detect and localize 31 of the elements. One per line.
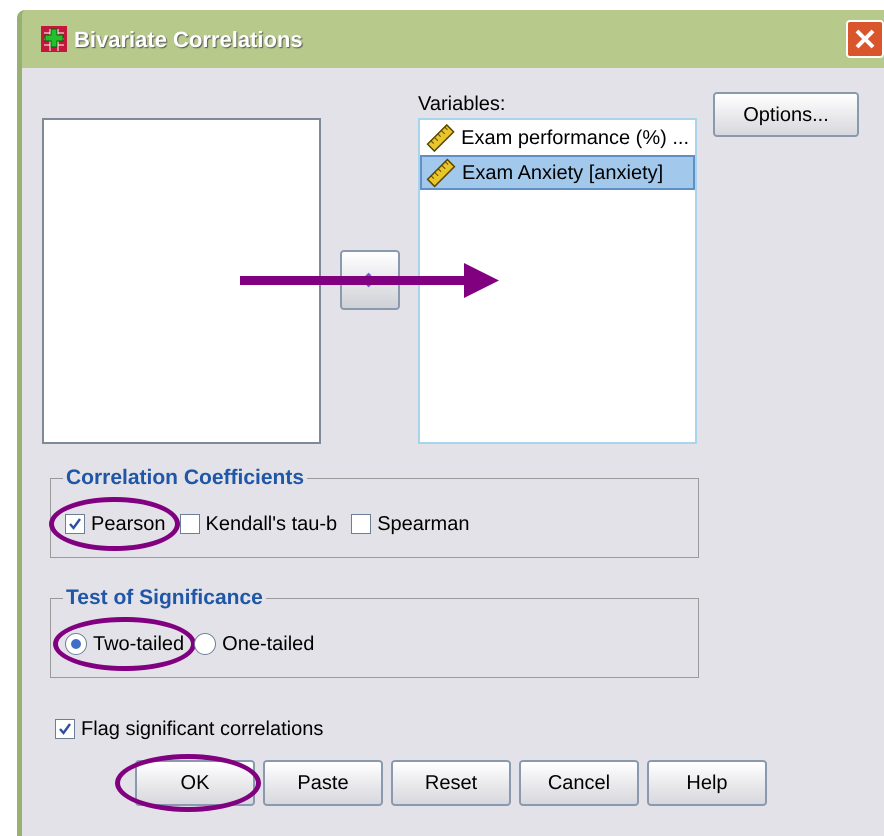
variable-item[interactable]: Exam Anxiety [anxiety]	[420, 155, 695, 190]
checkbox[interactable]	[351, 514, 372, 534]
checkbox-label: Spearman	[377, 512, 470, 537]
window-title: Bivariate Correlations	[74, 26, 303, 54]
variable-item[interactable]: Exam performance (%) ...	[420, 120, 695, 155]
radio-label: Two-tailed	[93, 632, 184, 657]
radio-button[interactable]	[65, 633, 87, 655]
close-icon	[854, 28, 876, 50]
checkbox[interactable]	[180, 514, 200, 534]
options-button[interactable]: Options...	[713, 92, 859, 137]
dialog-button[interactable]: Paste	[263, 760, 383, 806]
check-icon	[58, 722, 72, 736]
variable-name: Exam performance (%) ...	[461, 126, 689, 150]
checkbox-label: Pearson	[91, 512, 166, 537]
checkbox-label: Kendall's tau-b	[206, 512, 338, 537]
dialog-button[interactable]: Cancel	[519, 760, 639, 806]
checkbox-label: Flag significant correlations	[81, 717, 324, 742]
close-button[interactable]	[846, 20, 884, 58]
dialog-button[interactable]: OK	[135, 760, 255, 806]
variable-name: Exam Anxiety [anxiety]	[462, 160, 664, 186]
variables-list[interactable]: Exam performance (%) ... Exam Anxiety [anxiety]	[418, 118, 697, 444]
check-icon	[68, 517, 82, 531]
source-variable-list[interactable]	[42, 118, 321, 444]
dialog-button[interactable]: Reset	[391, 760, 511, 806]
checkbox[interactable]	[55, 719, 75, 739]
checkbox[interactable]	[65, 514, 85, 534]
radio-button[interactable]	[194, 633, 216, 655]
radio-label: One-tailed	[222, 632, 314, 657]
app-icon	[40, 25, 68, 53]
variables-label: Variables:	[418, 92, 506, 117]
dialog-button[interactable]: Help	[647, 760, 767, 806]
